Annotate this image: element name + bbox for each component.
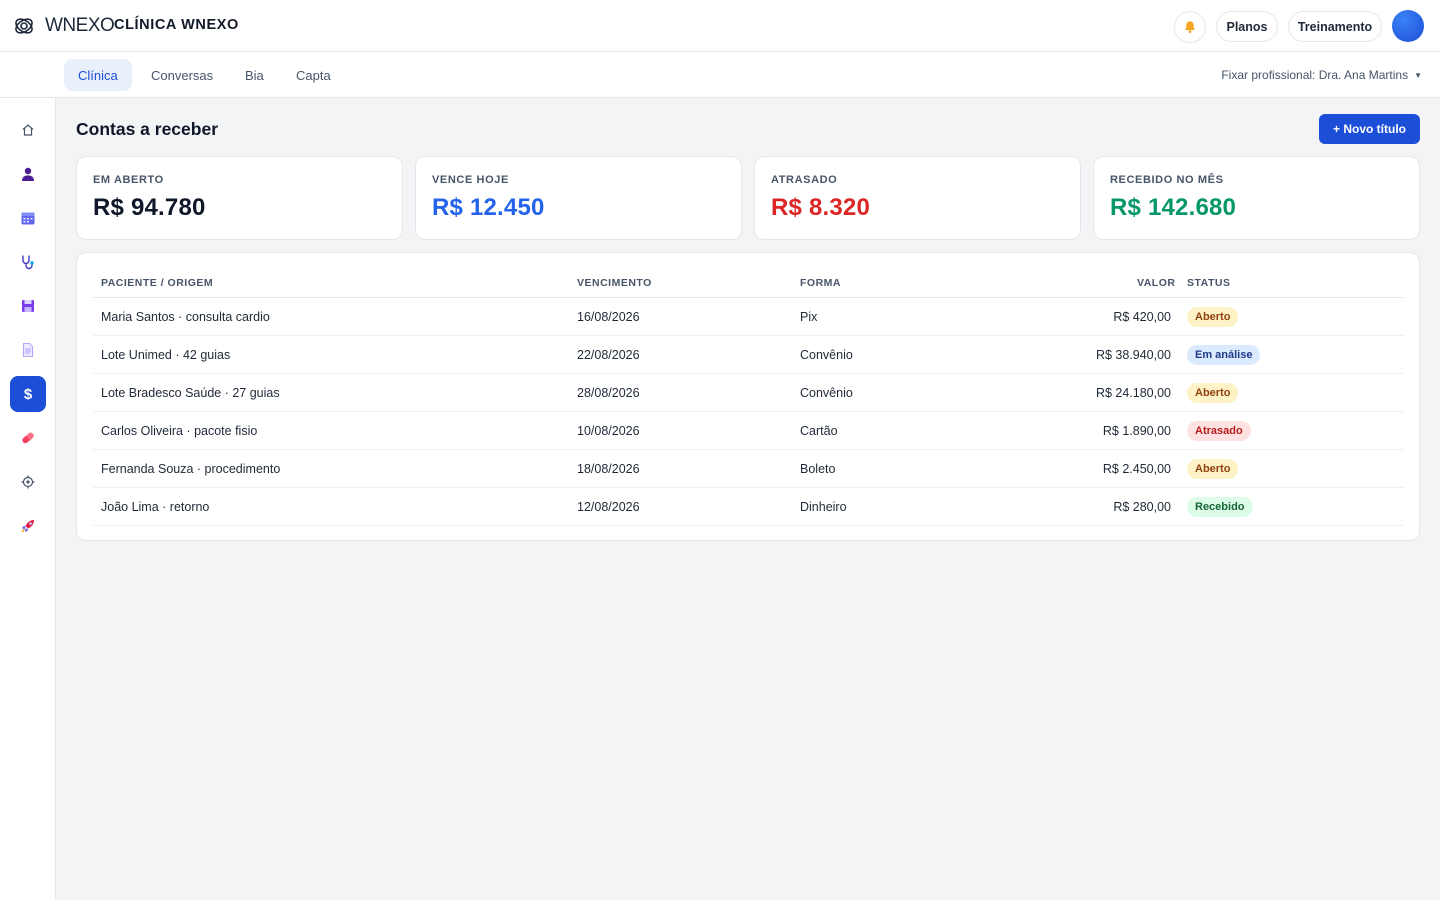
stethoscope-icon <box>22 255 34 270</box>
bell-icon <box>1185 21 1195 33</box>
tab-conversas[interactable]: Conversas <box>137 59 227 91</box>
status-badge: Aberto <box>1187 307 1239 327</box>
card-value: R$ 94.780 <box>93 194 206 221</box>
cell-patient: Fernanda Souza · procedimento <box>101 462 281 476</box>
rocket-icon <box>21 520 34 533</box>
clinic-name: CLÍNICA WNEXO <box>114 17 239 33</box>
sidebar-item-calendar[interactable] <box>10 200 46 236</box>
new-title-button[interactable]: + Novo título <box>1319 114 1420 144</box>
card-label: EM ABERTO <box>93 174 164 186</box>
cell-value: R$ 1.890,00 <box>1102 424 1171 438</box>
sidebar-item-medications[interactable] <box>10 420 46 456</box>
notifications-button[interactable] <box>1174 11 1206 43</box>
sidebar-item-clinical[interactable] <box>10 244 46 280</box>
logo-text: WNEXO <box>45 15 115 36</box>
table-row[interactable]: Maria Santos · consulta cardio 16/08/202… <box>93 298 1404 336</box>
status-badge: Aberto <box>1187 459 1239 479</box>
table-row[interactable]: Lote Bradesco Saúde · 27 guias 28/08/202… <box>93 374 1404 412</box>
tabs-bar: Clínica Conversas Bia Capta Fixar profis… <box>0 52 1440 98</box>
card-label: RECEBIDO NO MÊS <box>1110 174 1224 186</box>
summary-card-due-today: VENCE HOJE R$ 12.450 <box>415 156 742 240</box>
home-icon <box>22 124 34 136</box>
cell-due: 10/08/2026 <box>577 424 640 438</box>
save-icon <box>22 300 34 312</box>
cell-method: Pix <box>800 310 818 324</box>
cell-value: R$ 24.180,00 <box>1095 386 1171 400</box>
cell-method: Convênio <box>800 348 853 362</box>
cell-patient: Lote Unimed · 42 guias <box>101 348 231 362</box>
card-label: ATRASADO <box>771 174 838 186</box>
training-button[interactable]: Treinamento <box>1288 11 1382 42</box>
settings-icon <box>21 475 35 489</box>
sidebar-item-records[interactable] <box>10 288 46 324</box>
fix-professional-label: Fixar profissional: Dra. Ana Martins <box>1221 68 1409 82</box>
page-title: Contas a receber <box>76 119 219 139</box>
caret-down-icon: ▼ <box>1414 70 1422 80</box>
calendar-icon <box>21 212 35 225</box>
column-header-due[interactable]: VENCIMENTO <box>577 277 652 289</box>
avatar[interactable] <box>1392 10 1424 42</box>
cell-value: R$ 280,00 <box>1113 500 1171 514</box>
cell-due: 12/08/2026 <box>577 500 640 514</box>
cell-patient: Lote Bradesco Saúde · 27 guias <box>101 386 280 400</box>
column-header-method[interactable]: FORMA <box>800 277 841 289</box>
summary-card-overdue: ATRASADO R$ 8.320 <box>754 156 1081 240</box>
fix-professional-select[interactable]: Fixar profissional: Dra. Ana Martins ▼ <box>1221 68 1422 82</box>
tab-capta[interactable]: Capta <box>282 59 345 91</box>
column-header-status[interactable]: STATUS <box>1187 277 1230 289</box>
sidebar-item-settings[interactable] <box>10 464 46 500</box>
column-header-patient[interactable]: PACIENTE / ORIGEM <box>101 277 213 289</box>
summary-card-received: RECEBIDO NO MÊS R$ 142.680 <box>1093 156 1420 240</box>
sidebar: $ <box>0 98 56 900</box>
receivables-table: PACIENTE / ORIGEM VENCIMENTO FORMA VALOR… <box>76 252 1420 541</box>
cell-value: R$ 2.450,00 <box>1102 462 1171 476</box>
cell-patient: Maria Santos · consulta cardio <box>101 310 270 324</box>
cell-patient: João Lima · retorno <box>101 500 210 514</box>
sidebar-item-patients[interactable] <box>10 156 46 192</box>
sidebar-item-documents[interactable] <box>10 332 46 368</box>
plans-button[interactable]: Planos <box>1216 11 1278 42</box>
top-bar: WNEXO CLÍNICA WNEXO Planos Treinamento <box>0 0 1440 52</box>
summary-card-open: EM ABERTO R$ 94.780 <box>76 156 403 240</box>
tab-bia[interactable]: Bia <box>231 59 278 91</box>
logo[interactable]: WNEXO <box>13 13 115 39</box>
cell-due: 28/08/2026 <box>577 386 640 400</box>
card-label: VENCE HOJE <box>432 174 509 186</box>
sidebar-item-home[interactable] <box>10 112 46 148</box>
column-header-value[interactable]: VALOR <box>1137 277 1175 289</box>
logo-icon <box>15 18 33 34</box>
card-value: R$ 142.680 <box>1110 194 1237 221</box>
pill-icon <box>22 432 34 444</box>
status-badge: Recebido <box>1187 497 1253 517</box>
cell-method: Dinheiro <box>800 500 847 514</box>
cell-patient: Carlos Oliveira · pacote fisio <box>101 424 258 438</box>
cell-method: Cartão <box>800 424 838 438</box>
sidebar-item-finance[interactable]: $ <box>10 376 46 412</box>
table-row[interactable]: Fernanda Souza · procedimento 18/08/2026… <box>93 450 1404 488</box>
dollar-icon: $ <box>23 385 33 403</box>
card-value: R$ 12.450 <box>432 194 545 221</box>
card-value: R$ 8.320 <box>771 194 871 221</box>
table-row[interactable]: Lote Unimed · 42 guias 22/08/2026 Convên… <box>93 336 1404 374</box>
status-badge: Em análise <box>1187 345 1261 365</box>
document-icon <box>23 343 33 357</box>
table-row[interactable]: João Lima · retorno 12/08/2026 Dinheiro … <box>93 488 1404 526</box>
status-badge: Atrasado <box>1187 421 1251 441</box>
patient-icon <box>22 167 34 181</box>
sidebar-item-launch[interactable] <box>10 508 46 544</box>
status-badge: Aberto <box>1187 383 1239 403</box>
cell-due: 22/08/2026 <box>577 348 640 362</box>
cell-due: 18/08/2026 <box>577 462 640 476</box>
table-row[interactable]: Carlos Oliveira · pacote fisio 10/08/202… <box>93 412 1404 450</box>
cell-method: Convênio <box>800 386 853 400</box>
cell-value: R$ 38.940,00 <box>1095 348 1171 362</box>
tab-clinica[interactable]: Clínica <box>64 59 132 91</box>
cell-value: R$ 420,00 <box>1113 310 1171 324</box>
cell-due: 16/08/2026 <box>577 310 640 324</box>
cell-method: Boleto <box>800 462 836 476</box>
